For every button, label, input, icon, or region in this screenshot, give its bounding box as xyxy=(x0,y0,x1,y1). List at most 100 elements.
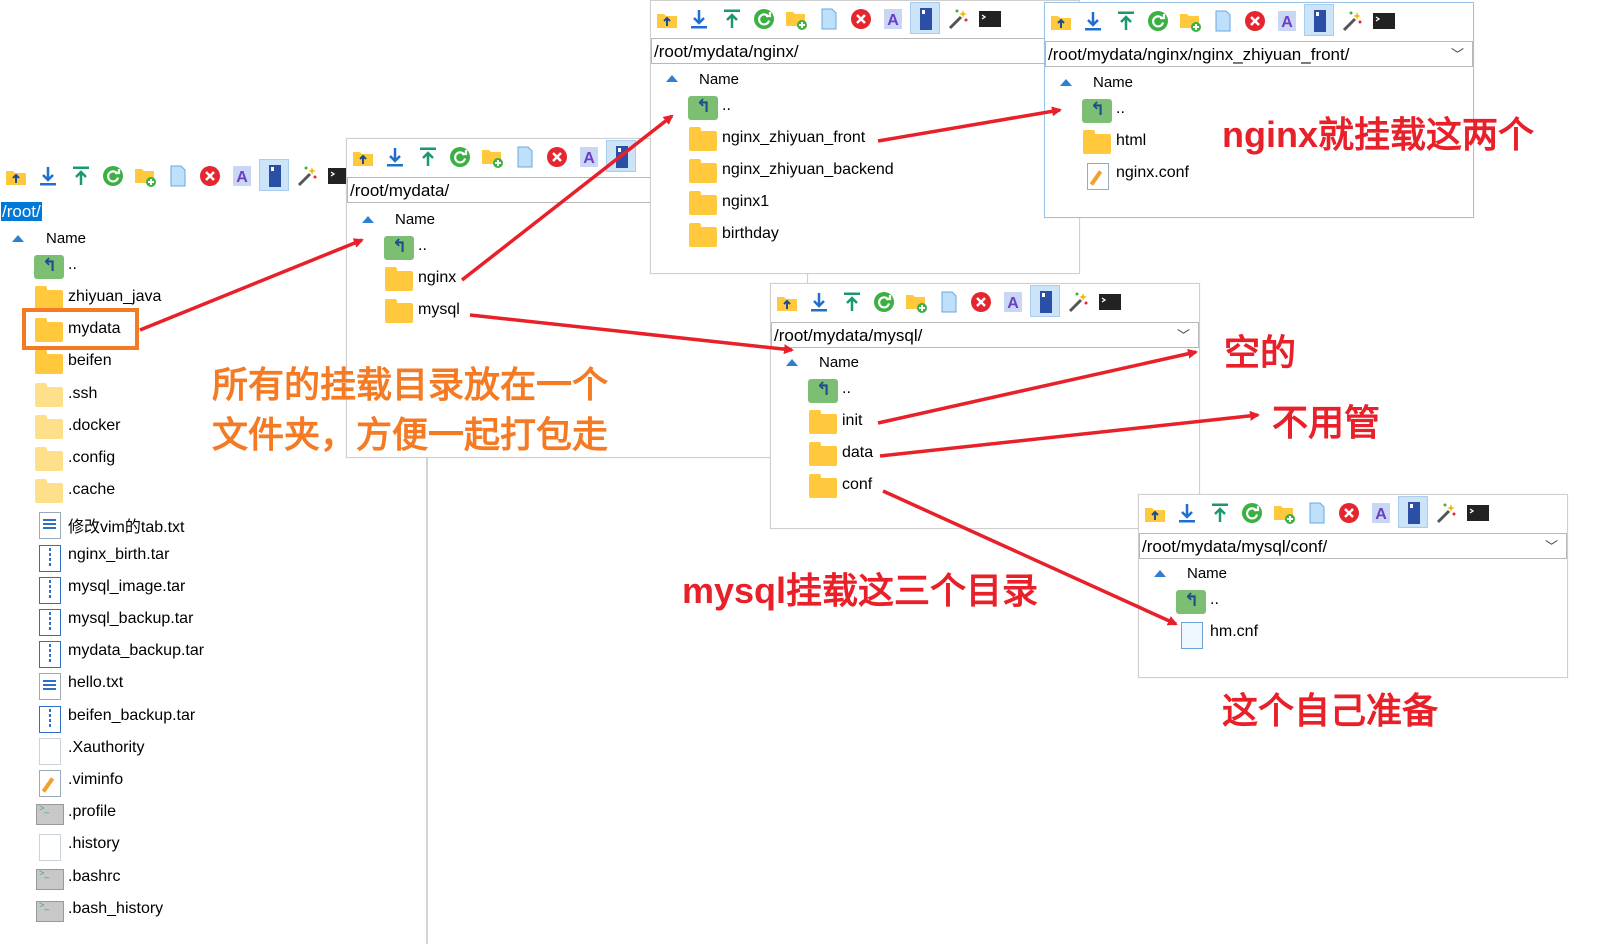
magic-wand-icon[interactable] xyxy=(295,164,319,188)
delete-icon[interactable] xyxy=(545,145,569,169)
rename-icon[interactable]: A xyxy=(1001,290,1025,314)
sort-ascending-icon[interactable] xyxy=(786,359,798,366)
rename-icon[interactable]: A xyxy=(1369,501,1393,525)
properties-icon[interactable] xyxy=(1304,4,1335,36)
upload-icon[interactable] xyxy=(720,7,744,31)
parent-folder-icon[interactable] xyxy=(4,164,28,188)
chevron-down-icon[interactable]: ﹀ xyxy=(1545,534,1558,558)
delete-icon[interactable] xyxy=(1243,9,1267,33)
properties-icon[interactable] xyxy=(1398,496,1429,528)
delete-icon[interactable] xyxy=(969,290,993,314)
path-text[interactable]: /root/ xyxy=(1,202,42,221)
column-header-name[interactable]: Name xyxy=(1093,74,1133,91)
rename-icon[interactable]: A xyxy=(230,164,254,188)
list-item[interactable]: init xyxy=(808,408,1148,438)
new-file-icon[interactable] xyxy=(817,7,841,31)
new-file-icon[interactable] xyxy=(513,145,537,169)
properties-icon[interactable] xyxy=(910,2,941,34)
column-header-name[interactable]: Name xyxy=(699,71,739,88)
list-item[interactable]: mysql_image.tar xyxy=(34,574,374,604)
list-item[interactable]: beifen_backup.tar xyxy=(34,703,374,733)
terminal-icon[interactable] xyxy=(1466,501,1490,525)
sort-ascending-icon[interactable] xyxy=(666,75,678,82)
upload-icon[interactable] xyxy=(1114,9,1138,33)
upload-icon[interactable] xyxy=(1208,501,1232,525)
new-folder-icon[interactable] xyxy=(784,7,808,31)
delete-icon[interactable] xyxy=(1337,501,1361,525)
magic-wand-icon[interactable] xyxy=(1434,501,1458,525)
new-file-icon[interactable] xyxy=(1211,9,1235,33)
terminal-icon[interactable] xyxy=(978,7,1002,31)
column-header-name[interactable]: Name xyxy=(819,354,859,371)
terminal-icon[interactable] xyxy=(1372,9,1396,33)
upload-icon[interactable] xyxy=(840,290,864,314)
sort-ascending-icon[interactable] xyxy=(12,235,24,242)
parent-folder-icon[interactable] xyxy=(775,290,799,314)
download-icon[interactable] xyxy=(687,7,711,31)
parent-folder-icon[interactable] xyxy=(351,145,375,169)
path-text[interactable]: /root/mydata/mysql/conf/ xyxy=(1142,537,1327,556)
delete-icon[interactable] xyxy=(198,164,222,188)
parent-folder-icon[interactable] xyxy=(1143,501,1167,525)
path-bar[interactable]: /root/mydata/nginx/ xyxy=(651,38,1079,64)
list-item[interactable]: .cache xyxy=(34,477,374,507)
properties-icon[interactable] xyxy=(1030,285,1061,317)
rename-icon[interactable]: A xyxy=(1275,9,1299,33)
path-text[interactable]: /root/mydata/mysql/ xyxy=(774,326,922,345)
new-folder-icon[interactable] xyxy=(1178,9,1202,33)
path-text[interactable]: /root/mydata/ xyxy=(350,181,449,200)
parent-folder-icon[interactable] xyxy=(655,7,679,31)
rename-icon[interactable]: A xyxy=(577,145,601,169)
download-icon[interactable] xyxy=(1081,9,1105,33)
new-folder-icon[interactable] xyxy=(904,290,928,314)
terminal-icon[interactable] xyxy=(1098,290,1122,314)
refresh-icon[interactable] xyxy=(1240,501,1264,525)
list-item[interactable]: 修改vim的tab.txt xyxy=(34,509,374,540)
refresh-icon[interactable] xyxy=(872,290,896,314)
list-item[interactable]: .Xauthority xyxy=(34,735,374,765)
download-icon[interactable] xyxy=(1175,501,1199,525)
chevron-down-icon[interactable]: ﹀ xyxy=(1451,42,1464,66)
list-item[interactable]: nginx_birth.tar xyxy=(34,542,374,572)
list-item[interactable]: .bash_history xyxy=(34,896,374,926)
list-item[interactable]: nginx1 xyxy=(688,189,1028,219)
sort-ascending-icon[interactable] xyxy=(362,216,374,223)
list-item[interactable]: .profile xyxy=(34,799,374,829)
new-folder-icon[interactable] xyxy=(1272,501,1296,525)
new-folder-icon[interactable] xyxy=(133,164,157,188)
list-item-up[interactable]: ↰ .. xyxy=(1176,587,1476,617)
refresh-icon[interactable] xyxy=(101,164,125,188)
column-header-name[interactable]: Name xyxy=(395,211,435,228)
list-item[interactable]: mydata_backup.tar xyxy=(34,638,374,669)
rename-icon[interactable]: A xyxy=(881,7,905,31)
download-icon[interactable] xyxy=(807,290,831,314)
refresh-icon[interactable] xyxy=(448,145,472,169)
column-header-name[interactable]: Name xyxy=(46,230,86,247)
path-bar[interactable]: /root/mydata/nginx/nginx_zhiyuan_front/ … xyxy=(1045,41,1473,67)
download-icon[interactable] xyxy=(383,145,407,169)
magic-wand-icon[interactable] xyxy=(946,7,970,31)
list-item[interactable]: birthday xyxy=(688,221,1028,251)
list-item[interactable]: .history xyxy=(34,831,374,862)
chevron-down-icon[interactable]: ﹀ xyxy=(1177,323,1190,347)
magic-wand-icon[interactable] xyxy=(1066,290,1090,314)
sort-ascending-icon[interactable] xyxy=(1060,79,1072,86)
list-item-up[interactable]: ↰ .. xyxy=(384,233,684,263)
list-item[interactable]: .viminfo xyxy=(34,767,374,797)
list-item[interactable]: .bashrc xyxy=(34,864,374,894)
refresh-icon[interactable] xyxy=(1146,9,1170,33)
list-item[interactable]: nginx_zhiyuan_front xyxy=(688,125,1028,155)
list-item-up[interactable]: ↰ .. xyxy=(688,93,988,123)
magic-wand-icon[interactable] xyxy=(1340,9,1364,33)
list-item[interactable]: nginx_zhiyuan_backend xyxy=(688,157,1028,187)
column-header-name[interactable]: Name xyxy=(1187,565,1227,582)
list-item[interactable]: data xyxy=(808,440,1148,470)
list-item-up[interactable]: ↰ .. xyxy=(808,376,1108,406)
properties-icon[interactable] xyxy=(259,159,290,191)
properties-icon[interactable] xyxy=(606,140,637,172)
list-item-up[interactable]: ↰ .. xyxy=(34,252,334,282)
list-item[interactable]: hello.txt xyxy=(34,670,374,701)
download-icon[interactable] xyxy=(36,164,60,188)
new-file-icon[interactable] xyxy=(166,164,190,188)
path-bar[interactable]: /root/mydata/mysql/conf/ ﹀ xyxy=(1139,533,1567,559)
